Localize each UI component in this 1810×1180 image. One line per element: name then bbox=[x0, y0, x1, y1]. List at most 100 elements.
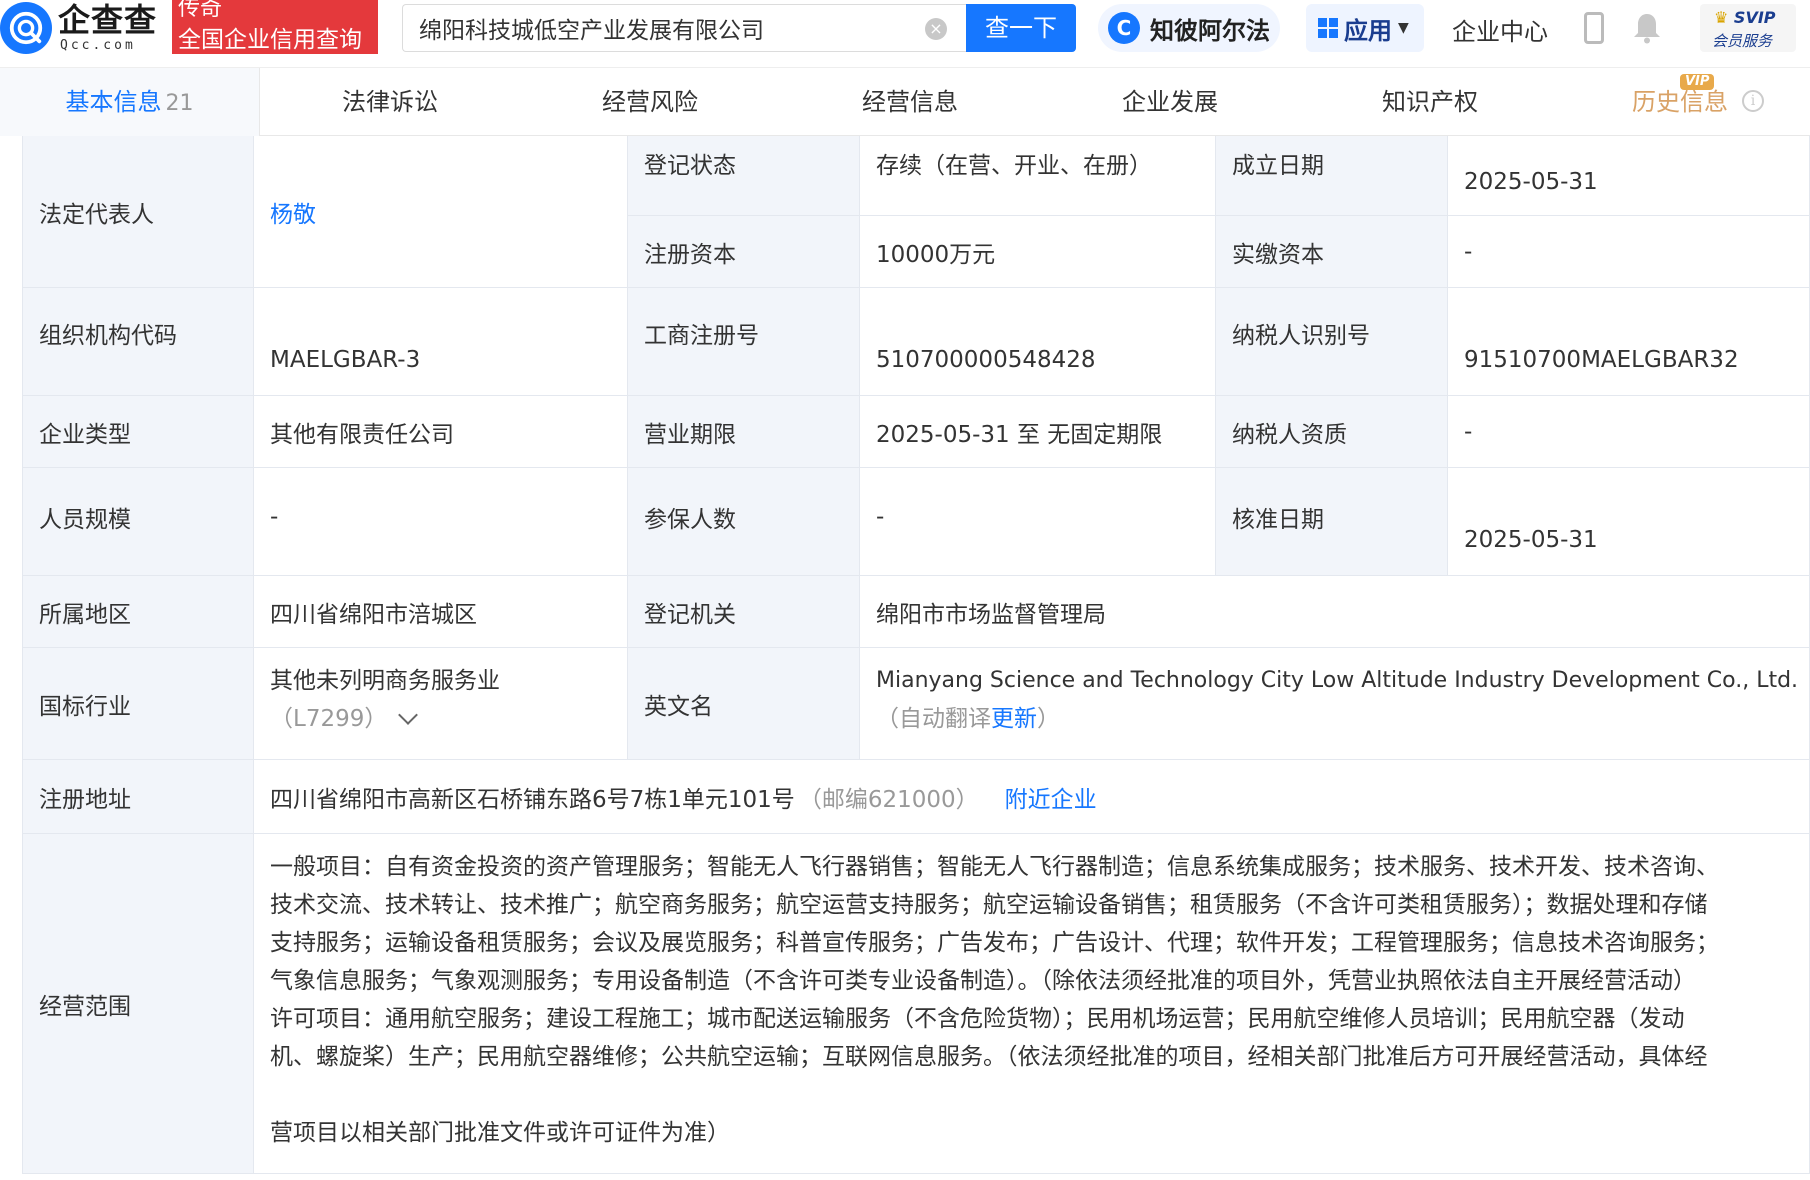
apps-grid-icon bbox=[1318, 18, 1338, 38]
address-value: 四川省绵阳市高新区石桥铺东路6号7栋1单元101号 bbox=[270, 786, 795, 813]
clear-search-icon[interactable]: × bbox=[925, 18, 947, 40]
biz-term-label: 营业期限 bbox=[628, 396, 860, 468]
promo-badge-line2: 全国企业信用查询 bbox=[178, 27, 362, 53]
paid-capital-label: 实缴资本 bbox=[1216, 216, 1448, 288]
company-type-label: 企业类型 bbox=[22, 396, 254, 468]
enterprise-center-link[interactable]: 企业中心 bbox=[1452, 12, 1548, 47]
region-value: 四川省绵阳市涪城区 bbox=[254, 576, 628, 648]
notification-bell-icon[interactable] bbox=[1632, 12, 1662, 44]
tab-history-info-label: 历史信息 bbox=[1632, 88, 1728, 116]
nearby-companies-link[interactable]: 附近企业 bbox=[1005, 780, 1097, 814]
region-label: 所属地区 bbox=[22, 576, 254, 648]
svip-subtitle: 会员服务 bbox=[1712, 32, 1773, 50]
reg-capital-label: 注册资本 bbox=[628, 216, 860, 288]
staff-size-value: - bbox=[254, 468, 628, 576]
zhibi-logo-icon: C bbox=[1108, 12, 1140, 44]
svip-title: ♛ SVIP bbox=[1714, 8, 1776, 27]
found-date-label: 成立日期 bbox=[1216, 136, 1448, 216]
biz-reg-no-label: 工商注册号 bbox=[628, 288, 860, 396]
postcode: （邮编621000） bbox=[798, 786, 979, 813]
svip-title-text: SVIP bbox=[1733, 8, 1776, 27]
basic-info-table: 法定代表人 杨敬 登记状态 存续（在营、开业、在册） 成立日期 2025-05-… bbox=[22, 136, 1810, 1174]
qcc-logo-icon[interactable] bbox=[0, 2, 52, 54]
english-name-value: Mianyang Science and Technology City Low… bbox=[876, 668, 1799, 693]
scope-line: 技术交流、技术转让、技术推广；航空商务服务；航空运营支持服务；航空运输设备销售；… bbox=[270, 892, 1708, 918]
insured-label: 参保人数 bbox=[628, 468, 860, 576]
address-cell: 四川省绵阳市高新区石桥铺东路6号7栋1单元101号 （邮编621000） 附近企… bbox=[254, 760, 1810, 834]
scope-line: 机、螺旋桨）生产；民用航空器维修；公共航空运输；互联网信息服务。（依法须经批准的… bbox=[270, 1044, 1708, 1070]
english-name-cell: Mianyang Science and Technology City Low… bbox=[860, 648, 1810, 760]
org-code-label: 组织机构代码 bbox=[22, 288, 254, 396]
tab-intellectual-property[interactable]: 知识产权 bbox=[1300, 68, 1560, 136]
apps-menu-label: 应用 bbox=[1344, 16, 1392, 45]
vip-tag: VIP bbox=[1680, 74, 1715, 90]
industry-code: （L7299） bbox=[270, 706, 388, 732]
taxpayer-id-value: 91510700MAELGBAR32 bbox=[1448, 288, 1810, 396]
chevron-down-icon bbox=[398, 705, 419, 725]
org-code-value: MAELGBAR-3 bbox=[254, 288, 628, 396]
taxpayer-qual-label: 纳税人资质 bbox=[1216, 396, 1448, 468]
scope-label: 经营范围 bbox=[22, 834, 254, 1174]
tab-basic-info[interactable]: 基本信息 21 bbox=[0, 68, 260, 136]
paid-capital-value: - bbox=[1448, 216, 1810, 288]
approval-date-label: 核准日期 bbox=[1216, 468, 1448, 576]
company-type-value: 其他有限责任公司 bbox=[254, 396, 628, 468]
logo-sub-text: Qcc.com bbox=[60, 38, 136, 53]
address-label: 注册地址 bbox=[22, 760, 254, 834]
translate-note: （自动翻译更新） bbox=[876, 700, 1793, 738]
mobile-phone-icon[interactable] bbox=[1584, 12, 1604, 44]
scope-line: 气象信息服务；气象观测服务；专用设备制造（不含许可类专业设备制造）。（除依法须经… bbox=[270, 968, 1696, 994]
section-tabs: 基本信息 21 法律诉讼 经营风险 经营信息 企业发展 知识产权 历史信息 bbox=[0, 68, 1810, 136]
taxpayer-qual-value: - bbox=[1448, 396, 1810, 468]
logo-main-text: 企查查 bbox=[58, 1, 158, 39]
zhibi-alpha-label: 知彼阿尔法 bbox=[1150, 16, 1270, 45]
scope-line: 营项目以相关部门批准文件或许可证件为准） bbox=[270, 1120, 730, 1146]
svip-member-button[interactable]: ♛ SVIP 会员服务 bbox=[1700, 4, 1796, 52]
english-name-label: 英文名 bbox=[628, 648, 860, 760]
qcc-logo-mark bbox=[9, 11, 43, 45]
reg-authority-value: 绵阳市市场监督管理局 bbox=[860, 576, 1810, 648]
tab-basic-info-count: 21 bbox=[165, 91, 194, 116]
approval-date-value: 2025-05-31 bbox=[1448, 468, 1810, 576]
industry-value: 其他未列明商务服务业 bbox=[270, 668, 500, 694]
reg-capital-value: 10000万元 bbox=[860, 216, 1216, 288]
tab-enterprise-development[interactable]: 企业发展 bbox=[1040, 68, 1300, 136]
scope-spacer bbox=[270, 1076, 1789, 1114]
top-header: 企查查 Qcc.com 传奇 全国企业信用查询 × 查一下 C 知彼阿尔法 应用… bbox=[0, 0, 1810, 68]
tab-basic-info-label: 基本信息 bbox=[65, 88, 162, 116]
scope-value: 一般项目：自有资金投资的资产管理服务；智能无人飞行器销售；智能无人飞行器制造；信… bbox=[254, 834, 1810, 1174]
promo-badge[interactable]: 传奇 全国企业信用查询 bbox=[172, 0, 378, 54]
legal-rep-label: 法定代表人 bbox=[22, 136, 254, 288]
reg-authority-label: 登记机关 bbox=[628, 576, 860, 648]
industry-code-row[interactable]: （L7299） bbox=[270, 700, 611, 738]
tab-legal-litigation[interactable]: 法律诉讼 bbox=[260, 68, 520, 136]
legal-rep-link[interactable]: 杨敬 bbox=[270, 195, 316, 229]
industry-label: 国标行业 bbox=[22, 648, 254, 760]
search-box: × bbox=[402, 4, 966, 52]
reg-status-label: 登记状态 bbox=[628, 136, 860, 216]
qcc-logo-text[interactable]: 企查查 Qcc.com bbox=[58, 0, 168, 56]
industry-cell: 其他未列明商务服务业 （L7299） bbox=[254, 648, 628, 760]
promo-badge-line1: 传奇 bbox=[178, 0, 223, 21]
biz-term-value: 2025-05-31 至 无固定期限 bbox=[860, 396, 1216, 468]
scope-line: 一般项目：自有资金投资的资产管理服务；智能无人飞行器销售；智能无人飞行器制造；信… bbox=[270, 854, 1719, 880]
translate-note-prefix: （自动翻译 bbox=[876, 706, 991, 732]
legal-rep-cell: 杨敬 bbox=[254, 136, 628, 288]
search-input[interactable] bbox=[403, 5, 913, 51]
tab-business-info[interactable]: 经营信息 bbox=[780, 68, 1040, 136]
tab-business-risk[interactable]: 经营风险 bbox=[520, 68, 780, 136]
zhibi-alpha-button[interactable]: C 知彼阿尔法 bbox=[1098, 4, 1280, 52]
biz-reg-no-value: 510700000548428 bbox=[860, 288, 1216, 396]
translate-update-link[interactable]: 更新 bbox=[991, 706, 1037, 732]
apps-menu-button[interactable]: 应用 ▼ bbox=[1306, 4, 1424, 52]
reg-status-value: 存续（在营、开业、在册） bbox=[860, 136, 1216, 216]
scope-line: 许可项目：通用航空服务；建设工程施工；城市配送运输服务（不含危险货物）；民用机场… bbox=[270, 1006, 1685, 1032]
info-circle-icon[interactable]: i bbox=[1742, 90, 1764, 112]
found-date-value: 2025-05-31 bbox=[1448, 136, 1810, 216]
scope-line: 支持服务；运输设备租赁服务；会议及展览服务；科普宣传服务；广告发布；广告设计、代… bbox=[270, 930, 1719, 956]
caret-down-icon: ▼ bbox=[1398, 20, 1409, 36]
insured-value: - bbox=[860, 468, 1216, 576]
translate-note-suffix: ） bbox=[1037, 706, 1060, 732]
crown-icon: ♛ bbox=[1714, 8, 1729, 27]
search-button[interactable]: 查一下 bbox=[966, 4, 1076, 52]
